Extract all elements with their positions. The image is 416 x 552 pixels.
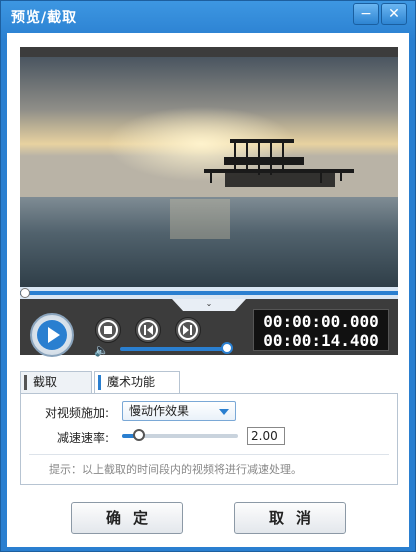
video-player: ⌄ 🔈 00:00:00.000 00:00:14.400 [20,47,398,357]
title-bar[interactable]: 预览/截取 − ✕ [1,1,415,31]
video-frame[interactable] [20,57,398,287]
seek-bar[interactable] [20,287,398,299]
speaker-icon[interactable]: 🔈 [94,343,109,357]
hint-text: 提示：以上截取的时间段内的视频将进行减速处理。 [49,463,302,476]
close-button[interactable]: ✕ [381,3,407,25]
chevron-down-icon: ⌄ [205,299,213,308]
video-image [20,57,398,287]
rate-slider[interactable] [122,429,238,441]
step-forward-icon [178,320,198,340]
rate-input[interactable]: 2.00 [247,427,285,445]
total-time: 00:00:14.400 [263,331,379,350]
play-icon [37,320,67,350]
previous-frame-button[interactable] [135,317,161,343]
minimize-button[interactable]: − [353,3,379,25]
dropdown-arrow-icon [219,409,229,415]
time-display: 00:00:00.000 00:00:14.400 [253,309,389,351]
tab-trim-label: 截取 [33,375,58,389]
close-icon: ✕ [388,6,400,22]
stop-button[interactable] [95,317,121,343]
effect-select[interactable]: 慢动作效果 [122,401,236,421]
current-time: 00:00:00.000 [263,312,379,331]
tab-magic-label: 魔术功能 [107,375,156,389]
step-back-icon [138,320,158,340]
collapse-toggle[interactable]: ⌄ [172,299,246,311]
seek-handle[interactable] [20,288,30,298]
effect-value: 慢动作效果 [129,404,190,418]
preview-dialog: 预览/截取 − ✕ ⌄ 🔈 00:00:00.000 00:00:14.400 … [0,0,416,552]
tab-magic[interactable]: 魔术功能 [94,371,180,394]
apply-label: 对视频施加: [45,406,110,420]
divider [29,454,389,455]
rate-label: 减速速率: [57,431,110,445]
cancel-button[interactable]: 取消 [234,502,346,534]
play-button[interactable] [30,313,74,357]
stop-icon [98,320,118,340]
rate-slider-handle[interactable] [133,429,146,441]
dialog-body: ⌄ 🔈 00:00:00.000 00:00:14.400 截取 魔术功能 对视… [7,33,409,547]
volume-slider[interactable] [120,347,228,351]
magic-panel: 对视频施加: 慢动作效果 减速速率: 2.00 提示：以上截取的时间段内的视频将… [20,393,398,485]
window-title: 预览/截取 [11,10,78,26]
ok-button[interactable]: 确定 [71,502,183,534]
minimize-icon: − [360,6,372,22]
next-frame-button[interactable] [175,317,201,343]
tab-trim[interactable]: 截取 [20,371,92,393]
seek-bar-fill [20,291,398,295]
volume-handle[interactable] [221,342,233,354]
